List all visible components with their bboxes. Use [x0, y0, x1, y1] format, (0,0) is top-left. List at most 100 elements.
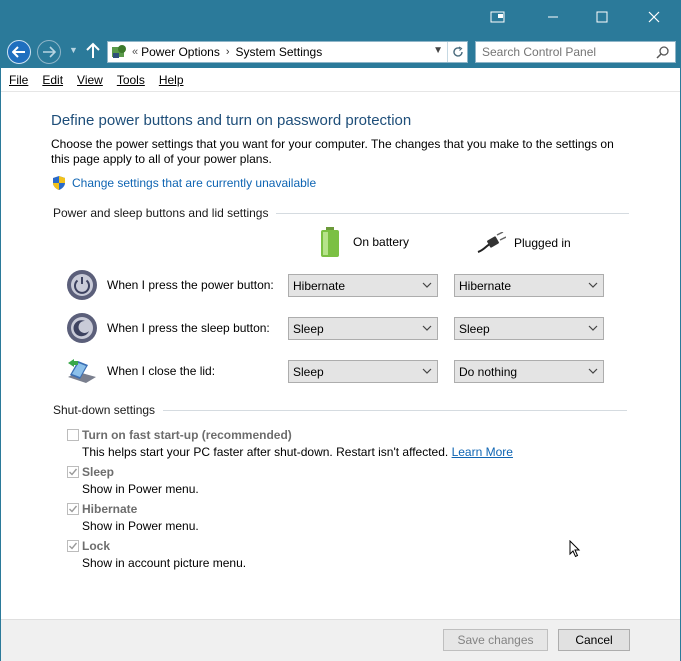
forward-button[interactable] [37, 40, 61, 64]
arrow-right-icon [43, 46, 56, 58]
sleep-option[interactable]: Sleep [67, 465, 114, 479]
main-content: Define power buttons and turn on passwor… [1, 93, 680, 619]
battery-icon [321, 227, 339, 257]
hibernate-label: Hibernate [82, 502, 138, 516]
sleep-button-battery-select[interactable]: Sleep [288, 317, 438, 340]
search-box[interactable] [475, 41, 676, 63]
learn-more-link[interactable]: Learn More [452, 445, 513, 459]
lid-row: When I close the lid: [66, 355, 287, 387]
menu-edit[interactable]: Edit [42, 73, 63, 87]
fast-startup-option[interactable]: Turn on fast start-up (recommended) [67, 428, 292, 442]
plugged-in-label: Plugged in [514, 236, 571, 250]
sleep-button-icon [67, 313, 97, 343]
breadcrumb-system-settings[interactable]: System Settings [236, 45, 323, 59]
cancel-button[interactable]: Cancel [558, 629, 630, 651]
checkmark-icon [69, 542, 78, 550]
page-description: Choose the power settings that you want … [51, 137, 614, 166]
fast-startup-desc-text: This helps start your PC faster after sh… [82, 445, 449, 459]
sleep-button-label: When I press the sleep button: [107, 321, 270, 335]
lock-option[interactable]: Lock [67, 539, 110, 553]
menu-file[interactable]: File [9, 73, 28, 87]
close-button[interactable] [631, 1, 677, 33]
fast-startup-label: Turn on fast start-up (recommended) [82, 428, 292, 442]
chevron-down-icon [422, 325, 432, 331]
breadcrumb-separator-icon[interactable]: › [226, 46, 230, 58]
menu-bar: File Edit View Tools Help [1, 68, 680, 92]
change-settings-link-row[interactable]: Change settings that are currently unava… [51, 175, 316, 191]
column-on-battery: On battery [319, 227, 409, 257]
recent-pages-chevron-icon[interactable]: ▼ [69, 45, 78, 55]
selected-value: Sleep [293, 321, 324, 336]
snap-icon[interactable] [475, 1, 521, 33]
lid-plugged-select[interactable]: Do nothing [454, 360, 604, 383]
hibernate-description: Show in Power menu. [82, 519, 199, 533]
search-input[interactable] [476, 42, 646, 62]
column-plugged-in: Plugged in [476, 232, 571, 254]
selected-value: Hibernate [293, 278, 346, 293]
hibernate-option[interactable]: Hibernate [67, 502, 137, 516]
sleep-button-plugged-select[interactable]: Sleep [454, 317, 604, 340]
arrow-up-icon [86, 42, 100, 58]
power-button-icon [67, 270, 97, 300]
mouse-cursor-icon [569, 540, 581, 558]
chevron-down-icon [588, 325, 598, 331]
checkmark-icon [69, 468, 78, 476]
overflow-chevron[interactable]: « [132, 46, 138, 58]
fast-startup-description: This helps start your PC faster after sh… [82, 445, 513, 459]
shutdown-section-title: Shut-down settings [53, 403, 156, 417]
refresh-icon [452, 46, 463, 57]
sleep-description: Show in Power menu. [82, 482, 199, 496]
chevron-down-icon [422, 282, 432, 288]
on-battery-label: On battery [353, 235, 410, 249]
search-icon[interactable] [656, 45, 670, 59]
power-button-row: When I press the power button: [66, 269, 287, 301]
title-bar [1, 1, 680, 35]
hibernate-checkbox[interactable] [67, 503, 79, 515]
lid-label: When I close the lid: [107, 364, 216, 378]
chevron-down-icon [588, 368, 598, 374]
lock-description: Show in account picture menu. [82, 556, 247, 570]
lock-label: Lock [82, 539, 111, 553]
menu-view[interactable]: View [77, 73, 103, 87]
fast-startup-checkbox[interactable] [67, 429, 79, 441]
sleep-checkbox[interactable] [67, 466, 79, 478]
dialog-footer: Save changes Cancel [1, 619, 680, 661]
chevron-down-icon [588, 282, 598, 288]
power-section-title: Power and sleep buttons and lid settings [53, 206, 269, 220]
up-button[interactable] [84, 42, 102, 60]
lock-checkbox[interactable] [67, 540, 79, 552]
address-bar[interactable]: « Power Options › System Settings ▼ [107, 41, 468, 63]
address-dropdown-icon[interactable]: ▼ [433, 45, 443, 56]
back-button[interactable] [7, 40, 31, 64]
selected-value: Hibernate [459, 278, 512, 293]
power-plug-icon [477, 232, 506, 253]
power-section-header: Power and sleep buttons and lid settings [53, 206, 630, 220]
power-button-battery-select[interactable]: Hibernate [288, 274, 438, 297]
menu-help[interactable]: Help [159, 73, 184, 87]
lid-battery-select[interactable]: Sleep [288, 360, 438, 383]
control-panel-icon [112, 45, 126, 58]
page-title: Define power buttons and turn on passwor… [51, 112, 412, 129]
breadcrumb-power-options[interactable]: Power Options [141, 45, 220, 59]
power-button-plugged-select[interactable]: Hibernate [454, 274, 604, 297]
address-row: ▼ « Power Options › System Settings ▼ [1, 35, 680, 68]
selected-value: Sleep [293, 364, 324, 379]
minimize-button[interactable] [530, 1, 576, 33]
menu-tools[interactable]: Tools [117, 73, 145, 87]
laptop-lid-icon [68, 359, 96, 383]
control-panel-window: ▼ « Power Options › System Settings ▼ F [0, 0, 681, 661]
selected-value: Sleep [459, 321, 490, 336]
sleep-button-row: When I press the sleep button: [66, 312, 287, 344]
refresh-button[interactable] [447, 42, 467, 62]
change-settings-link[interactable]: Change settings that are currently unava… [72, 176, 316, 190]
power-button-label: When I press the power button: [107, 278, 274, 292]
chevron-down-icon [422, 368, 432, 374]
save-changes-button[interactable]: Save changes [443, 629, 548, 651]
section-divider [276, 212, 630, 214]
sleep-label: Sleep [82, 465, 115, 479]
shutdown-section-header: Shut-down settings [53, 403, 628, 417]
checkmark-icon [69, 505, 78, 513]
arrow-left-icon [12, 46, 25, 58]
maximize-button[interactable] [579, 1, 625, 33]
uac-shield-icon [53, 176, 65, 190]
